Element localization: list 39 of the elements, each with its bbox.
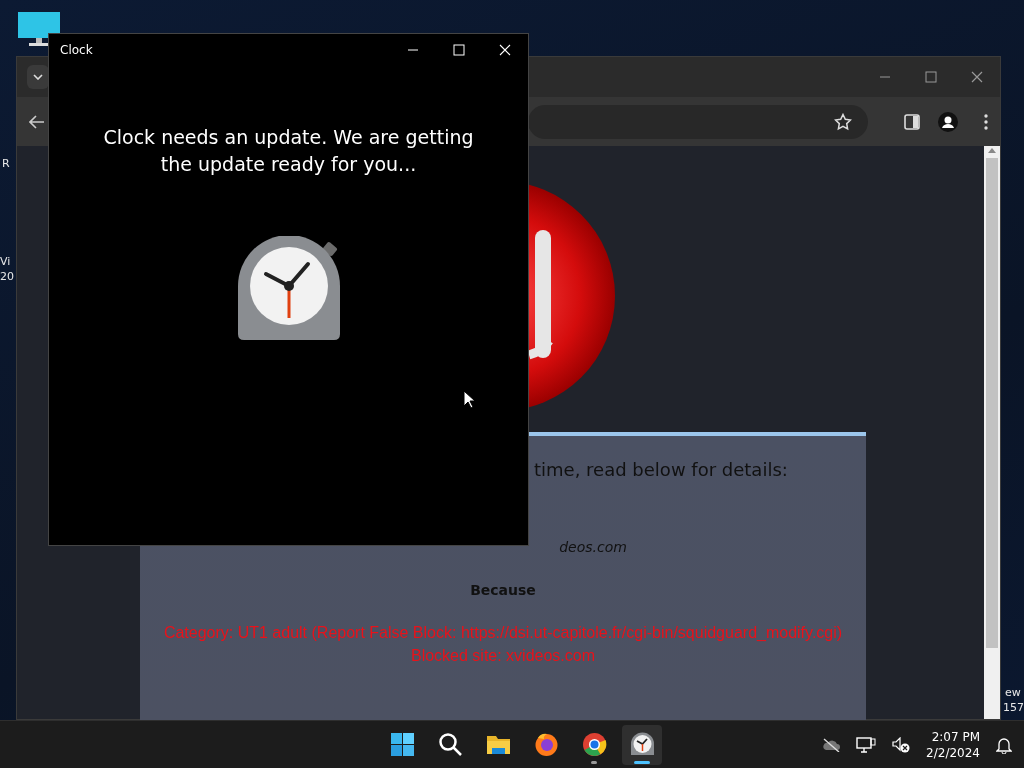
close-icon (498, 44, 512, 56)
user-icon (938, 111, 958, 132)
scrollbar-thumb[interactable] (986, 158, 998, 648)
update-message: Clock needs an update. We are getting the update ready for you... (102, 125, 475, 177)
scrollbar[interactable] (984, 146, 1000, 719)
stopwatch-icon (237, 236, 340, 340)
side-panel-icon (904, 113, 920, 130)
window-title: Clock (60, 42, 93, 59)
close-icon (970, 71, 984, 83)
star-icon (834, 112, 852, 131)
cursor-icon (463, 390, 475, 409)
computer-icon[interactable] (17, 11, 61, 47)
chrome-icon (581, 732, 607, 757)
tab-search-button[interactable] (27, 65, 49, 89)
maximize-icon (924, 71, 938, 83)
chevron-down-icon (33, 74, 43, 80)
blocked-site: Blocked site: xvideos.com (410, 646, 596, 666)
maximize-icon (452, 44, 466, 56)
desktop-icon-label[interactable]: ew (1005, 686, 1021, 700)
bell-icon[interactable] (996, 735, 1012, 754)
blocked-url: deos.com (559, 538, 627, 557)
desktop-icon-label[interactable]: R (2, 157, 10, 171)
clock-app-button[interactable] (622, 724, 662, 765)
back-arrow-icon (29, 114, 45, 129)
volume-muted-icon[interactable] (892, 736, 911, 753)
block-heading: time, read below for details: (534, 458, 788, 482)
desktop-icon-label[interactable]: 20 (0, 270, 14, 284)
desktop-icon-label[interactable]: Vi (0, 255, 11, 269)
fox-globe-icon (533, 732, 559, 757)
cloud-off-icon[interactable] (822, 737, 841, 752)
windows-logo-icon (389, 732, 415, 757)
more-vertical-icon (984, 113, 988, 130)
desktop-icon-label[interactable]: 157 (1003, 701, 1024, 715)
stopwatch-icon (629, 732, 655, 757)
network-icon[interactable] (856, 736, 877, 753)
clock-date-button[interactable]: 2:07 PM 2/2/2024 (926, 728, 980, 761)
block-category: Category: UT1 adult (Report False Block: https://dsi.ut-capitole.fr/cgi-bin/squidguard_modify.cgi) (162, 623, 844, 643)
because-label: Because (470, 581, 536, 600)
search-icon (437, 732, 463, 757)
